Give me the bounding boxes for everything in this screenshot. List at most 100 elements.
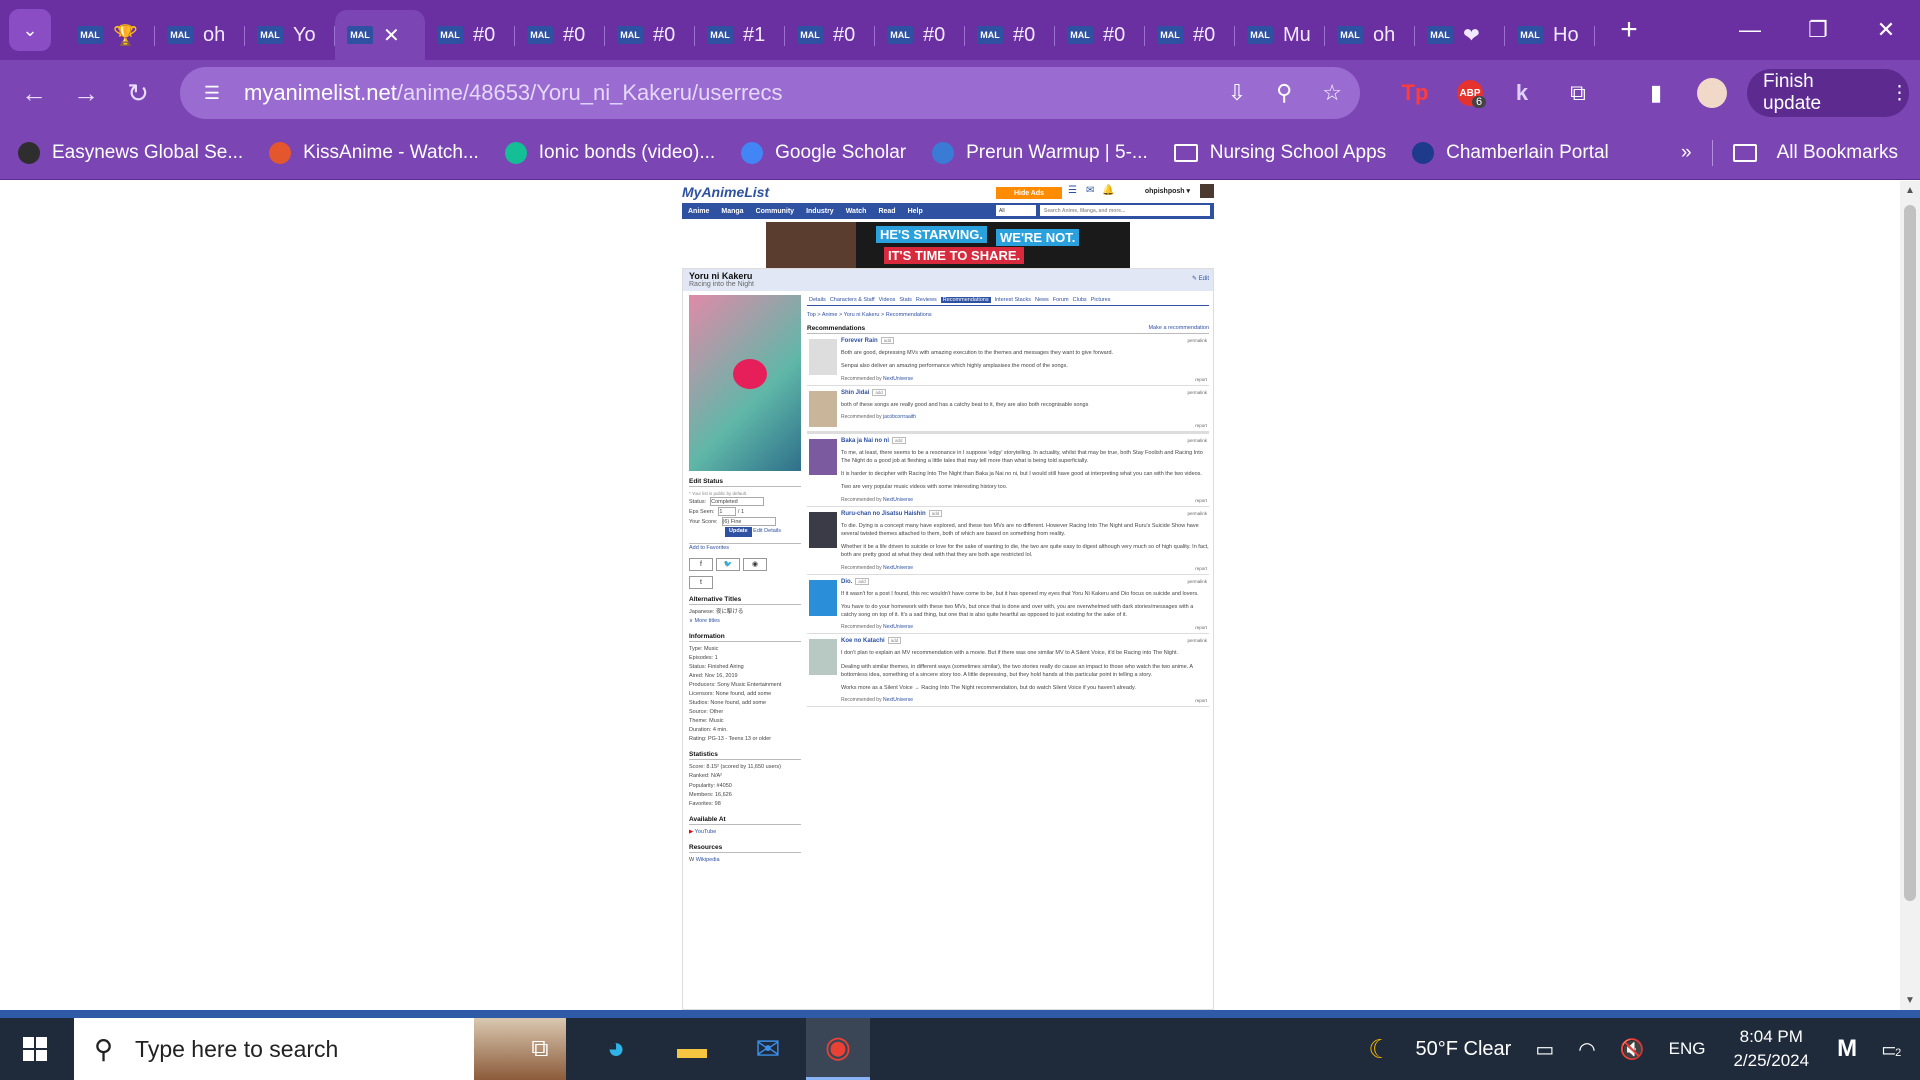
eps-input[interactable]: 1: [718, 507, 737, 517]
anime-subtab[interactable]: Details: [809, 297, 826, 303]
browser-tab[interactable]: MAL #0: [1145, 12, 1235, 58]
youtube-link[interactable]: YouTube: [695, 829, 717, 835]
update-button[interactable]: Update: [725, 527, 752, 537]
finish-update-button[interactable]: Finish update ⋮: [1747, 69, 1909, 117]
search-filter-select[interactable]: All: [996, 205, 1036, 216]
install-app-icon[interactable]: ⇩: [1228, 80, 1246, 106]
address-bar[interactable]: ☰ myanimelist.net/anime/48653/Yoru_ni_Ka…: [180, 67, 1360, 119]
browser-tab[interactable]: MAL #0: [785, 12, 875, 58]
recommender-link[interactable]: NextUniverse: [883, 565, 913, 571]
mal-nav-item[interactable]: Watch: [846, 208, 867, 215]
more-bookmarks-icon[interactable]: »: [1681, 142, 1692, 164]
anime-subtab[interactable]: Forum: [1053, 297, 1069, 303]
wifi-icon[interactable]: ◠: [1578, 1037, 1595, 1062]
cover-image[interactable]: [689, 295, 801, 471]
profile-avatar[interactable]: [1692, 60, 1732, 126]
recommender-link[interactable]: NextUniverse: [883, 697, 913, 703]
browser-tab[interactable]: MAL #1: [695, 12, 785, 58]
browser-tab[interactable]: MAL Yo: [245, 12, 335, 58]
zoom-icon[interactable]: ⚲: [1276, 80, 1292, 106]
more-menu-icon[interactable]: ⋮: [1890, 82, 1909, 105]
status-select[interactable]: Completed: [710, 497, 765, 507]
permalink[interactable]: permalink: [1187, 511, 1207, 516]
rec-title-link[interactable]: Shin Jidai: [841, 390, 869, 396]
extension-k-icon[interactable]: k: [1502, 60, 1542, 126]
tab-search-button[interactable]: ⌄: [9, 9, 51, 51]
mal-nav-item[interactable]: Manga: [721, 208, 743, 215]
mal-search-input[interactable]: Search Anime, Manga, and more...: [1040, 205, 1210, 216]
rec-thumbnail[interactable]: [809, 438, 837, 475]
restore-button[interactable]: ❐: [1784, 0, 1852, 60]
scroll-down-icon[interactable]: ▼: [1905, 995, 1915, 1006]
bookmark-item[interactable]: KissAnime - Watch...: [269, 141, 479, 164]
site-settings-icon[interactable]: ☰: [198, 79, 226, 107]
reload-button[interactable]: ↻: [112, 78, 164, 109]
browser-tab[interactable]: MAL #0: [1055, 12, 1145, 58]
mal-nav-item[interactable]: Industry: [806, 208, 834, 215]
more-titles-link[interactable]: ∨ More titles: [689, 618, 720, 624]
browser-tab[interactable]: MAL Ho: [1505, 12, 1595, 58]
bookmark-item[interactable]: Prerun Warmup | 5-...: [932, 141, 1148, 164]
weather-moon-icon[interactable]: ☾: [1368, 1034, 1391, 1065]
rec-thumbnail[interactable]: [809, 339, 837, 375]
weather-text[interactable]: 50°F Clear: [1416, 1038, 1512, 1061]
anime-subtab[interactable]: Recommendations: [940, 297, 991, 303]
anime-subtab[interactable]: Stats: [899, 297, 912, 303]
gmail-tray-icon[interactable]: M: [1837, 1035, 1857, 1063]
browser-tab[interactable]: MAL #0: [965, 12, 1055, 58]
rec-title-link[interactable]: Forever Rain: [841, 338, 878, 344]
page-scrollbar[interactable]: ▲ ▼: [1900, 181, 1920, 1010]
rec-title-link[interactable]: Ruru-chan no Jisatsu Haishin: [841, 511, 926, 517]
anime-subtab[interactable]: Reviews: [916, 297, 937, 303]
add-button[interactable]: add: [880, 337, 895, 344]
permalink[interactable]: permalink: [1187, 638, 1207, 643]
close-window-button[interactable]: ✕: [1852, 0, 1920, 60]
browser-tab[interactable]: MAL oh: [1325, 12, 1415, 58]
mail-icon[interactable]: ✉: [1086, 185, 1094, 196]
volume-muted-icon[interactable]: 🔇: [1620, 1037, 1645, 1062]
battery-icon[interactable]: ▭: [1535, 1037, 1554, 1062]
rec-thumbnail[interactable]: [809, 511, 837, 548]
language-indicator[interactable]: ENG: [1669, 1039, 1706, 1059]
add-button[interactable]: add: [887, 637, 902, 645]
report-link[interactable]: report: [1195, 698, 1207, 703]
anime-subtab[interactable]: News: [1035, 297, 1049, 303]
score-select[interactable]: (6) Fine: [721, 517, 776, 527]
ad-banner[interactable]: HE'S STARVING. WE'RE NOT. IT'S TIME TO S…: [766, 222, 1130, 268]
add-button[interactable]: add: [855, 577, 869, 585]
recommender-link[interactable]: NextUniverse: [883, 497, 913, 503]
anime-subtab[interactable]: Characters & Staff: [830, 297, 875, 303]
browser-tab[interactable]: MAL Mu: [1235, 12, 1325, 58]
start-button[interactable]: [0, 1018, 70, 1080]
make-recommendation-link[interactable]: Make a recommendation: [1148, 325, 1209, 332]
browser-tab[interactable]: MAL oh: [155, 12, 245, 58]
report-link[interactable]: report: [1195, 377, 1207, 382]
report-link[interactable]: report: [1195, 566, 1207, 571]
edit-link[interactable]: ✎ Edit: [1192, 275, 1209, 282]
anime-subtab[interactable]: Pictures: [1091, 297, 1111, 303]
bookmark-item[interactable]: Chamberlain Portal: [1412, 141, 1609, 164]
edit-details-link[interactable]: Edit Details: [753, 528, 781, 534]
edge-icon[interactable]: ◕: [584, 1018, 648, 1080]
recommender-link[interactable]: NextUniverse: [883, 624, 913, 630]
browser-tab[interactable]: MAL #0: [605, 12, 695, 58]
rec-title-link[interactable]: Dio.: [841, 579, 852, 585]
recommender-link[interactable]: jacobcorrraaith: [883, 414, 916, 420]
permalink[interactable]: permalink: [1187, 338, 1207, 343]
bookmark-item[interactable]: Nursing School Apps: [1173, 142, 1386, 164]
add-favorites-link[interactable]: Add to Favorites: [689, 545, 729, 551]
breadcrumb[interactable]: Top > Anime > Yoru ni Kakeru > Recommend…: [807, 312, 1209, 318]
bell-icon[interactable]: 🔔: [1102, 185, 1114, 196]
browser-tab[interactable]: MAL #0: [515, 12, 605, 58]
anime-subtab[interactable]: Interest Stacks: [995, 297, 1031, 303]
recommender-link[interactable]: NextUniverse: [883, 376, 913, 382]
mail-app-icon[interactable]: ✉: [736, 1018, 800, 1080]
mal-nav-item[interactable]: Help: [908, 208, 923, 215]
side-panel-icon[interactable]: ▮: [1636, 60, 1676, 126]
mal-nav-item[interactable]: Community: [756, 208, 795, 215]
close-tab-icon[interactable]: ✕: [383, 23, 400, 48]
minimize-button[interactable]: —: [1716, 0, 1784, 60]
taskbar-search[interactable]: ⚲ Type here to search: [74, 1018, 566, 1080]
report-link[interactable]: report: [1195, 625, 1207, 630]
browser-tab[interactable]: MAL #0: [875, 12, 965, 58]
